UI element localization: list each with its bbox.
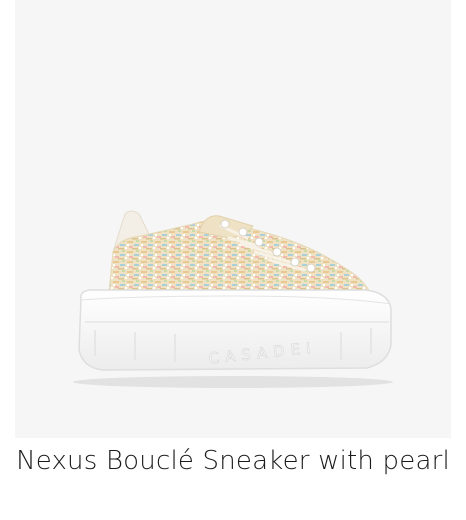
- product-title[interactable]: Nexus Bouclé Sneaker with pearl: [15, 444, 451, 478]
- sneaker-image: CASADEI: [73, 210, 393, 388]
- product-card[interactable]: CASADEI Nexus Bouclé Sneaker with pearl: [0, 0, 466, 520]
- product-image[interactable]: CASADEI: [15, 0, 451, 438]
